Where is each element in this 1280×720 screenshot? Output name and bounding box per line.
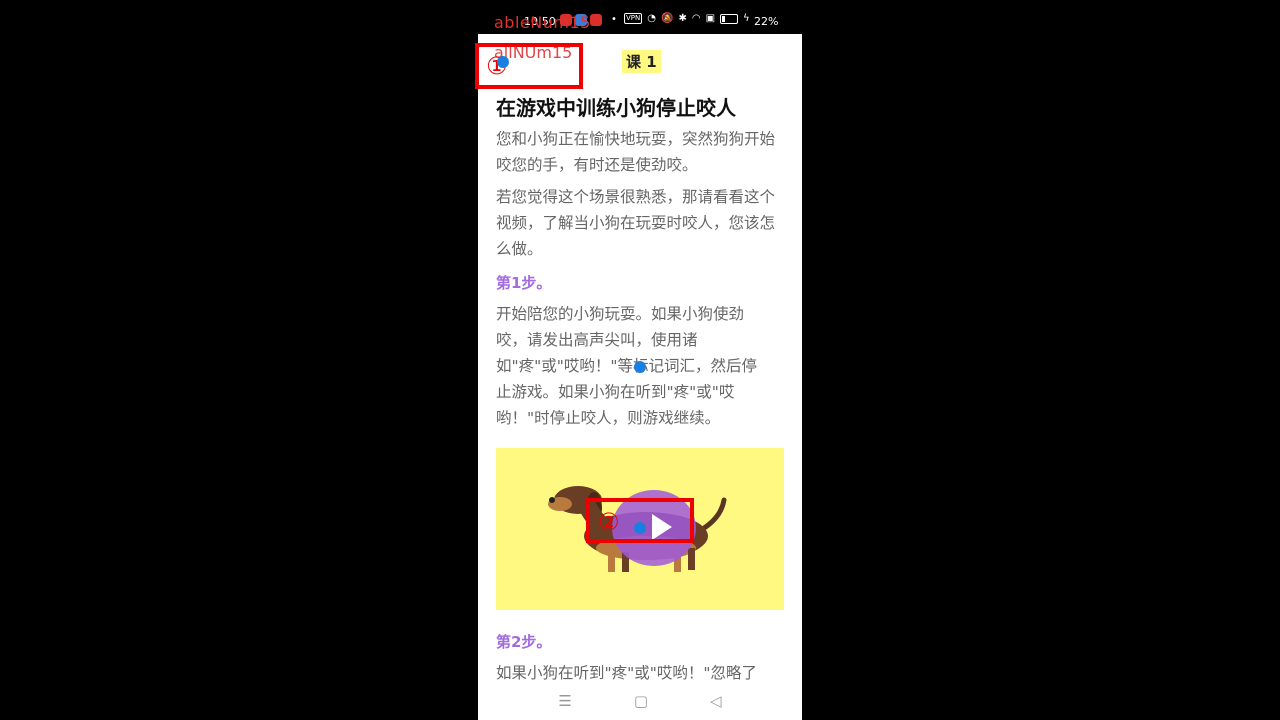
lesson-tag: 课 1 [622,50,661,73]
step-1-text: 开始陪您的小狗玩耍。如果小狗使劲咬，请发出高声尖叫，使用诸如"疼"或"哎哟！"等… [496,305,758,427]
lesson-page: 课 1 在游戏中训练小狗停止咬人 您和小狗正在愉快地玩耍，突然狗狗开始咬您的手，… [478,34,802,720]
more-notifications-dot-icon: • [611,14,617,25]
recent-apps-icon[interactable]: ☰ [558,692,571,710]
vpn-icon: VPN [624,13,643,24]
step-2-text: 如果小狗在听到"疼"或"哎哟！"忽略了 [496,664,758,682]
speed-icon: ◔ [647,13,656,24]
system-nav-bar: ☰ ▢ ◁ [478,682,802,720]
charging-icon: ϟ [743,13,750,24]
annotation-label-1: ableNum15 [494,13,591,32]
sim-icon: ▣ [705,13,716,24]
battery-percent: 22% [754,15,779,28]
home-icon[interactable]: ▢ [634,692,648,710]
mute-icon: 🔕 [660,13,674,24]
touch-point-dot [634,522,646,534]
intro-paragraph-2: 若您觉得这个场景很熟悉，那请看看这个视频，了解当小狗在玩耍时咬人，您该怎么做。 [496,188,776,258]
touch-point-dot [497,56,509,68]
phone-screen: 10:50 • VPN ◔ 🔕 ✱ ◠ ▣ ϟ 22% 课 1 在游戏中训练小狗… [478,0,802,720]
page-title: 在游戏中训练小狗停止咬人 [496,96,736,120]
system-icons: VPN ◔ 🔕 ✱ ◠ ▣ ϟ [624,13,750,24]
step-2-label: 第2步。 [496,633,552,651]
intro-paragraph-1: 您和小狗正在愉快地玩耍，突然狗狗开始咬您的手，有时还是使劲咬。 [496,130,776,174]
annotation-marker-2: ② [598,508,620,536]
battery-icon [720,13,739,24]
wifi-icon: ◠ [691,13,701,24]
bluetooth-icon: ✱ [678,13,687,24]
step-1-label: 第1步。 [496,274,552,292]
back-icon[interactable]: ◁ [710,692,722,710]
touch-point-dot [634,361,646,373]
app-notification-icon [590,14,602,26]
